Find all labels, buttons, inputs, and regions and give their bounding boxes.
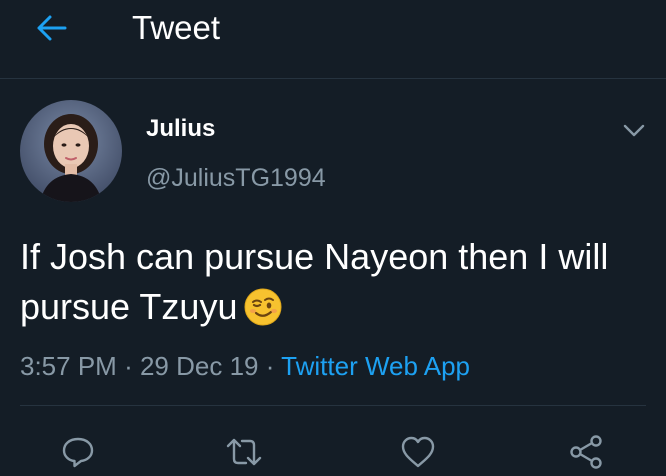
top-app-bar: Tweet <box>0 0 666 79</box>
user-handle[interactable]: @JuliusTG1994 <box>146 163 326 193</box>
avatar[interactable] <box>20 100 122 202</box>
divider <box>20 405 646 406</box>
meta-separator: · <box>265 351 275 381</box>
meta-separator: · <box>124 351 133 381</box>
tweet-time: 3:57 PM <box>20 351 117 381</box>
more-options-button[interactable] <box>618 118 650 144</box>
page-title: Tweet <box>132 9 221 46</box>
reply-icon <box>62 437 94 468</box>
winking-face-emoji <box>243 287 283 340</box>
arrow-left-icon <box>37 15 67 41</box>
tweet-source-link[interactable]: Twitter Web App <box>281 351 470 381</box>
reply-button[interactable] <box>56 432 100 472</box>
profile-photo <box>20 100 122 202</box>
retweet-icon <box>226 438 262 466</box>
tweet-meta: 3:57 PM · 29 Dec 19 · Twitter Web App <box>20 348 470 384</box>
like-button[interactable] <box>396 432 440 472</box>
share-icon <box>570 435 602 469</box>
back-button[interactable] <box>30 10 72 46</box>
retweet-button[interactable] <box>222 432 266 472</box>
tweet-body: If Josh can pursue Nayeon then I will pu… <box>20 236 609 327</box>
tweet-text: If Josh can pursue Nayeon then I will pu… <box>20 232 650 340</box>
chevron-down-icon <box>623 124 645 137</box>
tweet-date: 29 Dec 19 <box>139 351 259 381</box>
like-icon <box>401 436 435 468</box>
display-name[interactable]: Julius <box>146 114 215 144</box>
share-button[interactable] <box>564 432 608 472</box>
